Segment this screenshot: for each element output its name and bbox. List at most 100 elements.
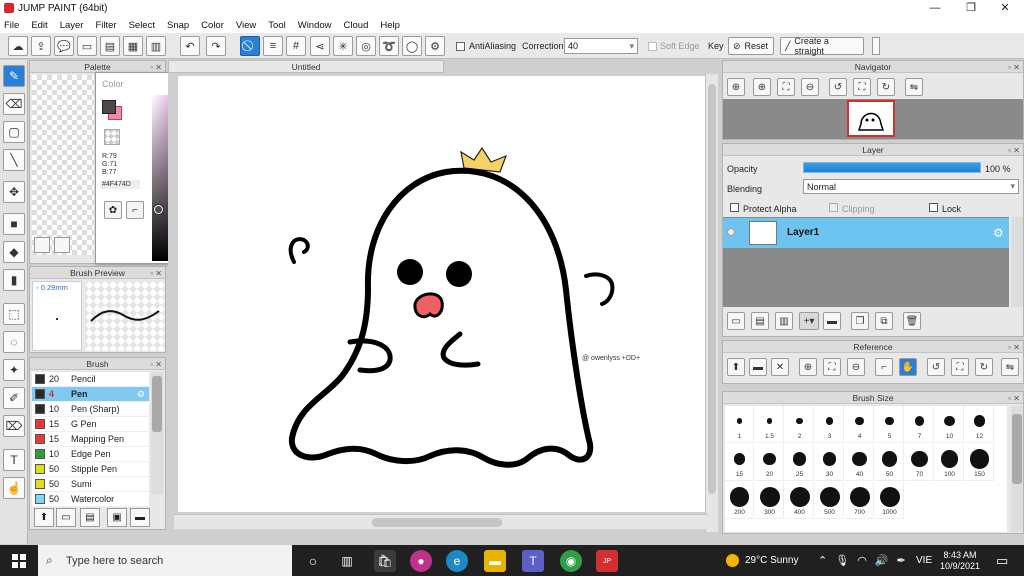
horizontal-scroll-thumb[interactable] bbox=[372, 518, 502, 527]
transparent-color-swatch[interactable] bbox=[104, 129, 120, 145]
snap-grid-icon[interactable]: # bbox=[286, 36, 306, 56]
task-view-icon[interactable]: ▥ bbox=[336, 550, 358, 572]
snap-curve-icon[interactable]: ➰ bbox=[379, 36, 399, 56]
brush-menu-icon[interactable]: ▤ bbox=[80, 508, 100, 527]
menu-select[interactable]: Select bbox=[129, 20, 155, 31]
reference-close-icon[interactable]: ✕ bbox=[771, 358, 789, 376]
teams-icon[interactable]: T bbox=[522, 550, 544, 572]
reset-button[interactable]: ⊘ Reset bbox=[728, 37, 774, 55]
create-straight-button[interactable]: ╱ Create a straight bbox=[780, 36, 864, 56]
menu-help[interactable]: Help bbox=[380, 20, 400, 31]
brush-folder-icon[interactable]: ▬ bbox=[130, 508, 150, 527]
line-tool-icon[interactable]: ╲ bbox=[3, 149, 25, 171]
reference-zoom-in-icon[interactable]: ⊕ bbox=[799, 358, 817, 376]
windows-start-icon[interactable] bbox=[12, 554, 26, 568]
undo-icon[interactable]: ↶ bbox=[180, 36, 200, 56]
flip-icon[interactable]: ⇋ bbox=[905, 78, 923, 96]
hex-value[interactable]: #4F474D bbox=[100, 180, 140, 189]
foreground-color-swatch[interactable] bbox=[102, 100, 116, 114]
snap-off-icon[interactable]: ⃠ bbox=[240, 36, 260, 56]
canvas-horizontal-scrollbar[interactable] bbox=[174, 514, 708, 529]
reference-zoom-out-icon[interactable]: ⊖ bbox=[847, 358, 865, 376]
move-tool-icon[interactable]: ✥ bbox=[3, 181, 25, 203]
paint-app-icon[interactable]: ● bbox=[410, 550, 432, 572]
maximize-button[interactable]: ❐ bbox=[954, 0, 988, 17]
export-icon[interactable]: ⇪ bbox=[31, 36, 51, 56]
jump-paint-taskbar-icon[interactable]: JP bbox=[596, 550, 618, 572]
reference-eyedropper-icon[interactable]: ⌐ bbox=[875, 358, 893, 376]
brush-list-item[interactable]: 10 Pen (Sharp) bbox=[32, 402, 149, 417]
merge-layer-icon[interactable]: ⧉ bbox=[875, 312, 893, 330]
cloud-icon[interactable]: ☁ bbox=[8, 36, 28, 56]
panel-close-icon[interactable]: ▫ ✕ bbox=[1008, 145, 1020, 157]
panel-close-icon[interactable]: ▫ ✕ bbox=[150, 359, 162, 371]
brush-list-scroll-thumb[interactable] bbox=[152, 376, 162, 432]
brush-size-cell[interactable]: 12 bbox=[965, 406, 994, 443]
new-8bit-layer-icon[interactable]: ▥ bbox=[775, 312, 793, 330]
reference-hand-icon[interactable]: ✋ bbox=[899, 358, 917, 376]
protect-alpha-checkbox[interactable] bbox=[730, 203, 739, 212]
document-tab[interactable]: Untitled bbox=[168, 60, 444, 73]
menu-cloud[interactable]: Cloud bbox=[344, 20, 369, 31]
new-layer-icon[interactable]: ▭ bbox=[727, 312, 745, 330]
brush-new-icon[interactable]: ▭ bbox=[56, 508, 76, 527]
reference-rotate-left-icon[interactable]: ↺ bbox=[927, 358, 945, 376]
menu-color[interactable]: Color bbox=[201, 20, 224, 31]
minimize-button[interactable]: — bbox=[918, 0, 952, 17]
layer-row-layer1[interactable]: Layer1 ⚙ bbox=[723, 218, 1009, 248]
brush-size-cell[interactable]: 4 bbox=[845, 406, 874, 443]
brush-size-cell[interactable]: 1.5 bbox=[755, 406, 784, 443]
color-wheel-icon[interactable]: ✿ bbox=[104, 201, 122, 219]
brush-size-cell[interactable]: 700 bbox=[845, 482, 874, 519]
brush-size-cell[interactable]: 70 bbox=[905, 444, 934, 481]
text-tool-icon[interactable]: T bbox=[3, 449, 25, 471]
brush-list-item[interactable]: 15 G Pen bbox=[32, 417, 149, 432]
brush-list-item[interactable]: 20 Pencil bbox=[32, 372, 149, 387]
new-halftone-layer-icon[interactable]: ▤ bbox=[751, 312, 769, 330]
brush-size-cell[interactable]: 150 bbox=[965, 444, 994, 481]
chevron-up-icon[interactable]: ⌃ bbox=[818, 554, 827, 567]
brush-size-cell[interactable]: 1000 bbox=[875, 482, 904, 519]
file-explorer-icon[interactable]: ▬ bbox=[484, 550, 506, 572]
layer-settings-icon[interactable]: ⚙ bbox=[993, 226, 1004, 240]
panel-close-icon[interactable]: ▫ ✕ bbox=[150, 268, 162, 280]
select-eraser-tool-icon[interactable]: ⌦ bbox=[3, 415, 25, 437]
brush-tool-icon[interactable]: ✎ bbox=[3, 65, 25, 87]
brush-size-cell[interactable]: 25 bbox=[785, 444, 814, 481]
palette-swatch-area[interactable] bbox=[32, 75, 94, 255]
new-canvas-icon[interactable]: ▭ bbox=[77, 36, 97, 56]
pen-icon[interactable]: ✒ bbox=[897, 554, 906, 567]
edge-icon[interactable]: e bbox=[446, 550, 468, 572]
brush-list-item[interactable]: 50 Sumi bbox=[32, 477, 149, 492]
reference-reset-icon[interactable]: ⛶ bbox=[951, 358, 969, 376]
brush-list-item[interactable]: 15 Mapping Pen bbox=[32, 432, 149, 447]
brush-size-cell[interactable]: 500 bbox=[815, 482, 844, 519]
clock[interactable]: 8:43 AM 10/9/2021 bbox=[940, 545, 980, 576]
palette-delete-icon[interactable] bbox=[54, 237, 70, 253]
hand-tool-icon[interactable]: ☝ bbox=[3, 477, 25, 499]
rect-select-tool-icon[interactable]: ⬚ bbox=[3, 303, 25, 325]
language-indicator[interactable]: VIE bbox=[916, 545, 932, 576]
menu-layer[interactable]: Layer bbox=[60, 20, 84, 31]
new-folder-icon[interactable]: ▬ bbox=[823, 312, 841, 330]
panel-close-icon[interactable]: ▫ ✕ bbox=[1008, 393, 1020, 405]
brush-size-cell[interactable]: 15 bbox=[725, 444, 754, 481]
snap-vanishing-icon[interactable]: ⋖ bbox=[310, 36, 330, 56]
select-pen-tool-icon[interactable]: ✐ bbox=[3, 387, 25, 409]
brush-import-icon[interactable]: ▣ bbox=[107, 508, 127, 527]
magic-wand-tool-icon[interactable]: ✦ bbox=[3, 359, 25, 381]
close-button[interactable]: ✕ bbox=[988, 0, 1022, 17]
panel-close-icon[interactable]: ▫ ✕ bbox=[1008, 62, 1020, 74]
rotate-left-icon[interactable]: ↺ bbox=[829, 78, 847, 96]
select-rect-tool-icon[interactable]: ▢ bbox=[3, 121, 25, 143]
brush-list-item[interactable]: 50 Stipple Pen bbox=[32, 462, 149, 477]
brush-size-cell[interactable]: 1 bbox=[725, 406, 754, 443]
brush-size-cell[interactable]: 3 bbox=[815, 406, 844, 443]
brush-list-scrollbar[interactable] bbox=[151, 372, 163, 494]
menu-file[interactable]: File bbox=[4, 20, 19, 31]
brush-size-cell[interactable]: 7 bbox=[905, 406, 934, 443]
layer-visibility-icon[interactable] bbox=[727, 228, 735, 236]
store-icon[interactable]: 🛍 bbox=[374, 550, 396, 572]
reference-open-icon[interactable]: ▬ bbox=[749, 358, 767, 376]
brush-size-cell[interactable]: 40 bbox=[845, 444, 874, 481]
